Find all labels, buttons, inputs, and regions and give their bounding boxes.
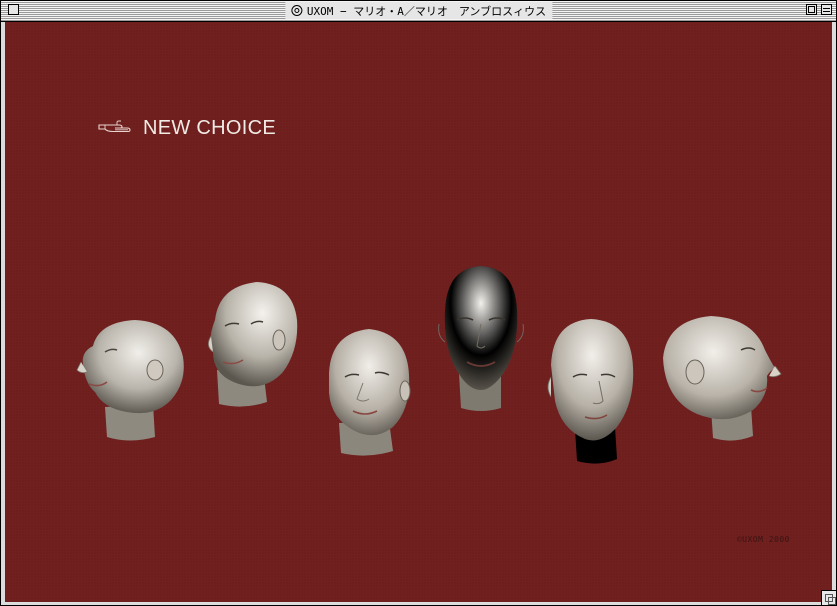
zoom-box[interactable] (806, 4, 817, 15)
head-3[interactable] (323, 327, 413, 457)
head-2[interactable] (203, 280, 303, 410)
collapse-box[interactable] (821, 4, 832, 15)
credit-text: ©UXOM 2000 (736, 535, 790, 544)
head-4[interactable] (437, 266, 525, 416)
window-title: UXOM − マリオ・A／マリオ アンブロスィウス (306, 4, 547, 18)
head-1[interactable] (75, 312, 190, 442)
browser-window: UXOM − マリオ・A／マリオ アンブロスィウス NEW CHOICE ©UX… (0, 0, 837, 606)
window-document-icon (290, 5, 302, 16)
head-5[interactable] (545, 317, 637, 467)
heads-group (5, 22, 832, 602)
resize-grow-box[interactable] (821, 590, 836, 605)
page-content: NEW CHOICE ©UXOM 2000 (5, 22, 832, 602)
close-box[interactable] (8, 4, 19, 15)
title-bar[interactable]: UXOM − マリオ・A／マリオ アンブロスィウス (1, 1, 836, 22)
window-title-group: UXOM − マリオ・A／マリオ アンブロスィウス (284, 2, 553, 19)
head-6[interactable] (657, 310, 782, 445)
